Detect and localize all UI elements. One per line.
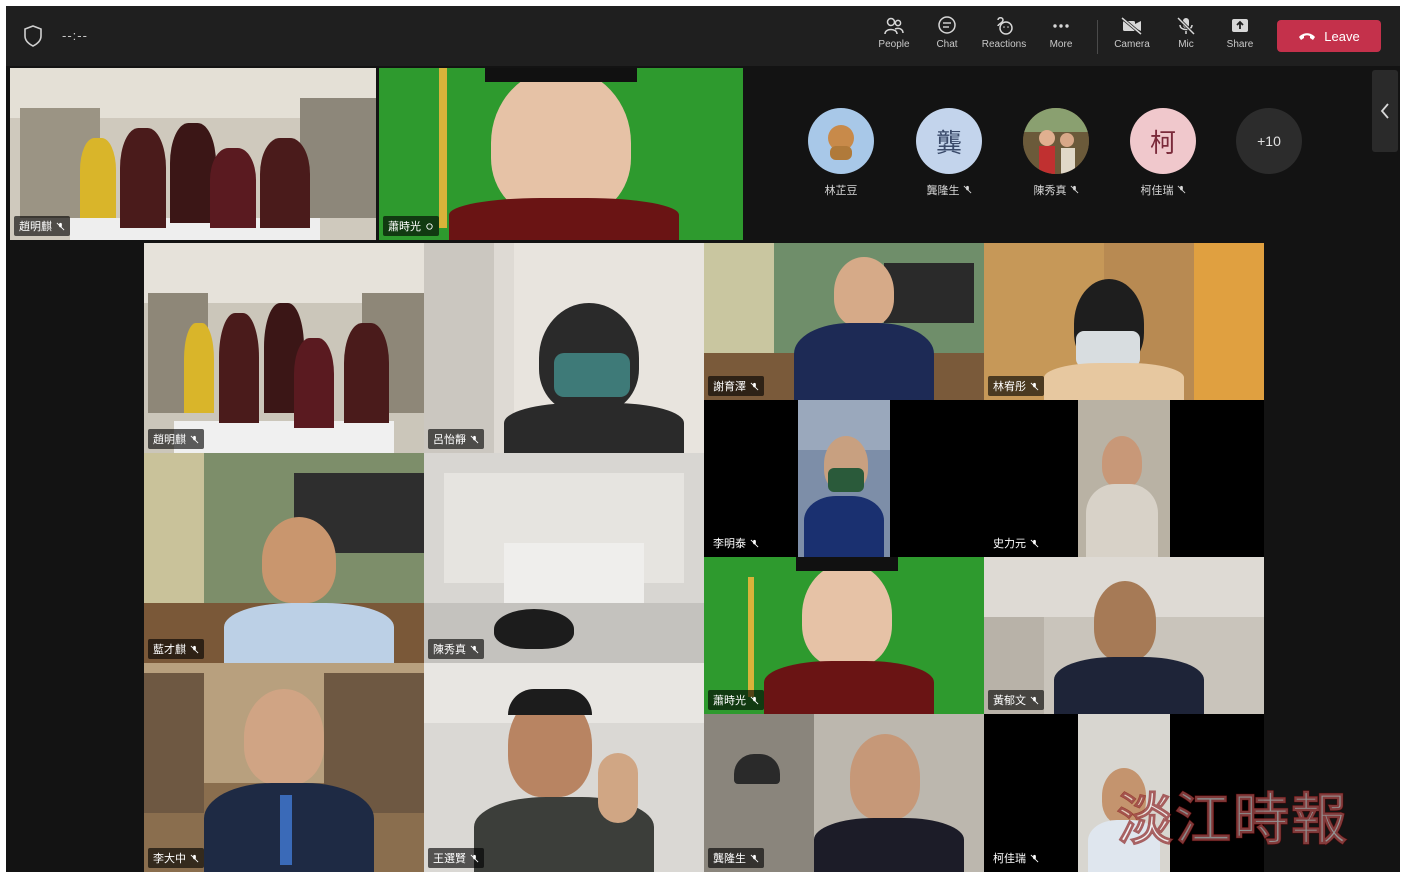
- video-tile[interactable]: 龔隆生: [704, 714, 984, 872]
- participant-name: 李大中: [148, 848, 204, 868]
- mic-off-icon: [750, 696, 759, 704]
- avatar[interactable]: 柯: [1130, 108, 1196, 174]
- more-participants-badge[interactable]: +10: [1236, 108, 1302, 174]
- participant-name: 蕭時光: [383, 216, 439, 236]
- mic-off-icon: [190, 435, 199, 443]
- share-label: Share: [1226, 39, 1254, 50]
- mic-off-icon: [190, 854, 199, 862]
- participant-name: 蕭時光: [708, 690, 764, 710]
- participant-name: 謝育澤: [708, 376, 764, 396]
- avatar[interactable]: [1023, 108, 1089, 174]
- participant-name: 王選賢: [428, 848, 484, 868]
- more-label: More: [1049, 39, 1073, 50]
- camera-off-icon: [1121, 16, 1142, 36]
- more-icon: [1053, 24, 1069, 28]
- mic-off-icon: [750, 854, 759, 862]
- video-tile[interactable]: 史力元: [984, 400, 1264, 557]
- mic-off-icon: [470, 854, 479, 862]
- mic-off-icon: [1030, 696, 1039, 704]
- people-icon: [884, 17, 904, 35]
- participant-name: 李明泰: [708, 533, 764, 553]
- chat-icon: [938, 16, 956, 34]
- video-tile[interactable]: 呂怡靜: [424, 243, 704, 453]
- avatar-initial: 龔: [935, 127, 962, 158]
- chat-label: Chat: [936, 39, 958, 50]
- avatar-name: 陳秀真: [1011, 182, 1101, 198]
- meeting-timer: --:--: [62, 28, 88, 43]
- mic-off-icon: [1030, 539, 1039, 547]
- mic-off-icon: [470, 435, 479, 443]
- participant-name: 林宥彤: [988, 376, 1044, 396]
- participant-name: 呂怡靜: [428, 429, 484, 449]
- avatar-name: 林芷豆: [824, 185, 858, 197]
- avatar-name: 柯佳瑞: [1118, 182, 1208, 198]
- toolbar-divider: [1097, 20, 1098, 54]
- chevron-left-icon: [1380, 103, 1389, 119]
- avatar-name: 龔隆生: [904, 182, 994, 198]
- phone-hangup-icon: [1299, 33, 1316, 40]
- video-tile[interactable]: 趙明麒: [10, 68, 376, 240]
- video-tile[interactable]: 黃郁文: [984, 557, 1264, 714]
- mic-off-icon: [1030, 382, 1039, 390]
- collapse-panel-button[interactable]: [1372, 70, 1398, 152]
- pin-icon: [426, 222, 433, 230]
- video-tile[interactable]: 林宥彤: [984, 243, 1264, 400]
- mic-label: Mic: [1178, 39, 1194, 50]
- mic-off-icon: [1176, 16, 1196, 36]
- camera-button[interactable]: Camera: [1104, 14, 1160, 62]
- reactions-button[interactable]: Reactions: [976, 14, 1032, 62]
- participant-name: 黃郁文: [988, 690, 1044, 710]
- mic-off-icon: [1177, 185, 1185, 194]
- mic-off-icon: [1030, 854, 1039, 862]
- mic-off-icon: [1070, 185, 1078, 194]
- camera-label: Camera: [1114, 39, 1150, 50]
- mic-off-icon: [56, 222, 65, 230]
- photo-icon: [1023, 108, 1089, 174]
- video-tile[interactable]: 李明泰: [704, 400, 984, 557]
- participant-name: 柯佳瑞: [988, 848, 1044, 868]
- mic-off-icon: [190, 645, 199, 653]
- share-icon: [1232, 19, 1248, 32]
- more-button[interactable]: More: [1033, 14, 1089, 62]
- video-tile[interactable]: 趙明麒: [144, 243, 424, 453]
- chat-button[interactable]: Chat: [919, 14, 975, 62]
- shield-icon[interactable]: [22, 24, 44, 48]
- mic-button[interactable]: Mic: [1158, 14, 1214, 62]
- avatar[interactable]: 龔: [916, 108, 982, 174]
- video-tile[interactable]: 王選賢: [424, 663, 704, 872]
- leave-label: Leave: [1324, 28, 1360, 44]
- participant-name: 陳秀真: [428, 639, 484, 659]
- meeting-toolbar: --:-- People Chat Reactions More Camera …: [6, 6, 1400, 66]
- mic-off-icon: [750, 539, 759, 547]
- mic-off-icon: [963, 185, 971, 194]
- reactions-icon: [997, 17, 1013, 35]
- mic-off-icon: [470, 645, 479, 653]
- mic-off-icon: [750, 382, 759, 390]
- avatar-initial: 柯: [1149, 127, 1176, 158]
- people-label: People: [878, 39, 910, 50]
- video-tile[interactable]: 蕭時光: [379, 68, 743, 240]
- video-tile[interactable]: 謝育澤: [704, 243, 984, 400]
- teams-meeting-window: --:-- People Chat Reactions More Camera …: [6, 6, 1400, 872]
- video-tile[interactable]: 陳秀真: [424, 453, 704, 663]
- newspaper-watermark: 淡江時報: [1117, 787, 1349, 854]
- video-tile[interactable]: 李大中: [144, 663, 424, 872]
- reactions-label: Reactions: [981, 39, 1027, 50]
- participant-name: 趙明麒: [14, 216, 70, 236]
- video-tile[interactable]: 藍才麒: [144, 453, 424, 663]
- participant-name: 史力元: [988, 533, 1044, 553]
- overflow-count: +10: [1257, 133, 1281, 149]
- people-button[interactable]: People: [866, 14, 922, 62]
- participant-name: 趙明麒: [148, 429, 204, 449]
- participant-name: 藍才麒: [148, 639, 204, 659]
- share-button[interactable]: Share: [1212, 14, 1268, 62]
- video-tile[interactable]: 蕭時光: [704, 557, 984, 714]
- participant-name: 龔隆生: [708, 848, 764, 868]
- dog-photo-icon: [828, 125, 854, 160]
- leave-button[interactable]: Leave: [1277, 20, 1381, 52]
- avatar[interactable]: [808, 108, 874, 174]
